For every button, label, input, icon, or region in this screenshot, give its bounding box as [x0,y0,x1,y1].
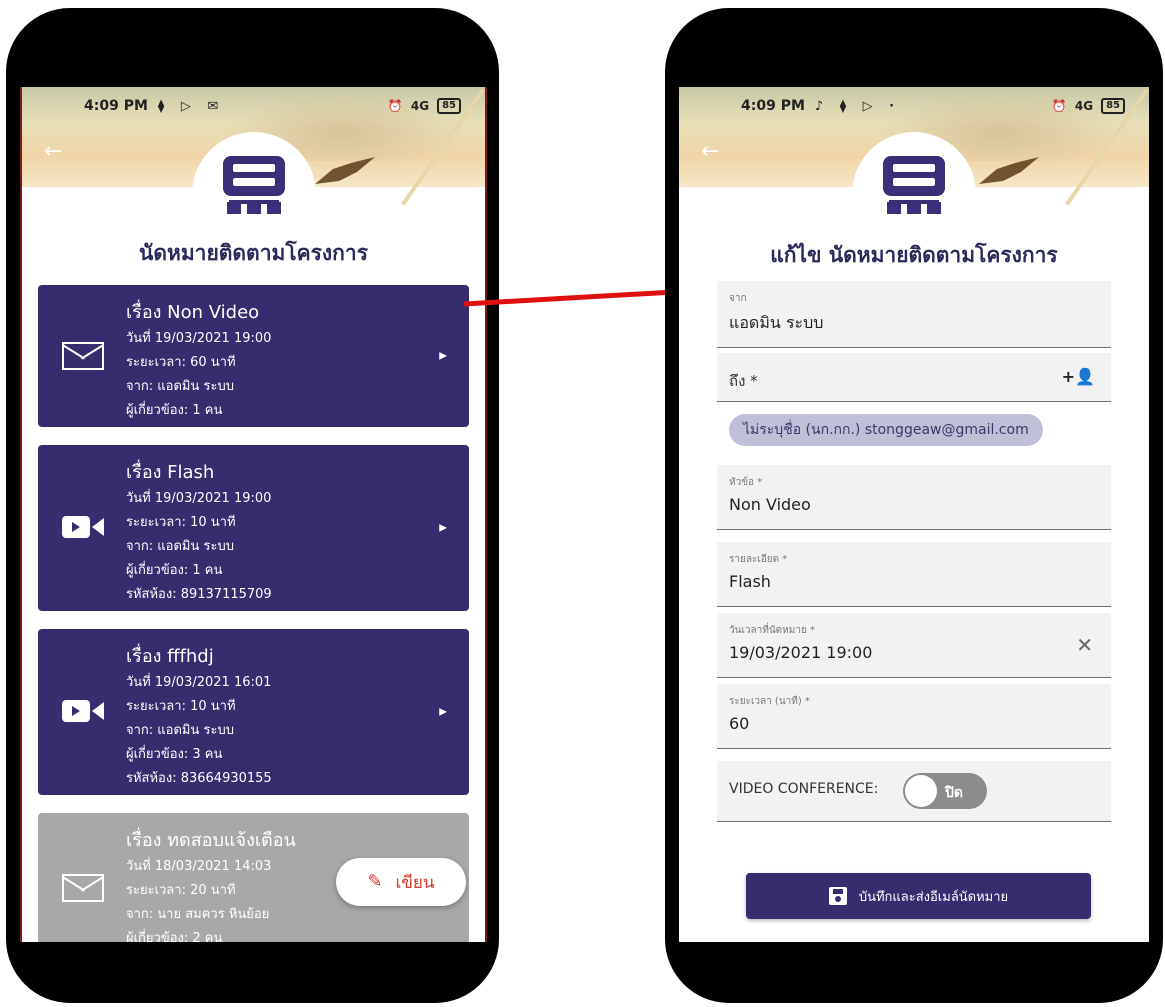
status-bar: 4:09 PM ♪ ⧫ ▷ · ⏰ 4G 85 [679,87,1149,125]
card-from: จาก: แอดมิน ระบบ [126,379,234,394]
appointment-card[interactable]: เรื่อง Flash วันที่ 19/03/2021 19:00 ระย… [38,445,469,611]
card-subject: เรื่อง fffhdj [126,646,214,667]
to-field[interactable]: ถึง * +👤 [717,353,1111,402]
back-arrow-icon[interactable]: ← [44,139,62,164]
compose-fab-button[interactable]: ✎ เขียน [336,858,466,906]
recipient-chip[interactable]: ไม่ระบุชื่อ (นก.กก.) stonggeaw@gmail.com [729,414,1043,446]
video-conference-row: VIDEO CONFERENCE: ปิด [717,761,1111,822]
video-camera-icon [62,698,104,724]
page-title: แก้ไข นัดหมายติดตามโครงการ [770,243,1058,267]
datetime-value: 19/03/2021 19:00 [729,643,873,662]
duration-value: 60 [729,714,750,733]
datetime-label: วันเวลาที่นัดหมาย * [729,625,815,636]
card-duration: ระยะเวลา: 10 นาที [126,699,236,714]
chevron-right-icon[interactable]: ▶ [439,351,447,362]
to-label: ถึง * [729,372,758,390]
detail-field[interactable]: รายละเอียด * Flash [717,542,1111,607]
card-from: จาก: แอดมิน ระบบ [126,723,234,738]
toggle-state-text: ปิด [945,785,963,801]
video-conference-label: VIDEO CONFERENCE: [729,781,879,797]
duration-field[interactable]: ระยะเวลา (นาที) * 60 [717,684,1111,749]
alarm-icon: ⏰ [387,99,403,113]
video-conference-toggle[interactable]: ปิด [903,773,987,809]
clear-icon[interactable]: ✕ [1076,633,1093,657]
appointment-card[interactable]: เรื่อง fffhdj วันที่ 19/03/2021 16:01 ระ… [38,629,469,795]
chevron-right-icon[interactable]: ▶ [439,523,447,534]
card-date: วันที่ 18/03/2021 14:03 [126,859,272,874]
card-participants: ผู้เกี่ยวข้อง: 3 คน [126,747,223,762]
page-title: นัดหมายติดตามโครงการ [139,241,368,265]
card-room-code: รหัสห้อง: 89137115709 [126,587,272,602]
card-subject: เรื่อง ทดสอบแจ้งเตือน [126,830,296,851]
card-participants: ผู้เกี่ยวข้อง: 1 คน [126,403,223,418]
battery-icon: 85 [437,98,461,114]
from-label: จาก [729,293,747,304]
save-and-send-button[interactable]: บันทึกและส่งอีเมล์นัดหมาย [746,873,1091,919]
appointment-card[interactable]: เรื่อง Non Video วันที่ 19/03/2021 19:00… [38,285,469,427]
add-person-icon[interactable]: +👤 [1062,367,1095,386]
card-participants: ผู้เกี่ยวข้อง: 1 คน [126,563,223,578]
org-chart-icon [222,156,285,214]
card-date: วันที่ 19/03/2021 19:00 [126,331,272,346]
from-value: แอดมิน ระบบ [729,313,824,332]
status-time: 4:09 PM [84,98,148,114]
card-date: วันที่ 19/03/2021 19:00 [126,491,272,506]
card-from: จาก: นาย สมควร หินย้อย [126,907,270,922]
status-bar: 4:09 PM ⧫ ▷ ✉ ⏰ 4G 85 [22,87,485,125]
signal-indicator: 4G [410,99,430,113]
chevron-right-icon[interactable]: ▶ [439,707,447,718]
app-logo-circle [852,132,976,256]
alarm-icon: ⏰ [1051,99,1067,113]
pencil-icon: ✎ [367,871,383,892]
video-camera-icon [62,514,104,540]
datetime-field[interactable]: วันเวลาที่นัดหมาย * 19/03/2021 19:00 ✕ [717,613,1111,678]
notification-icons: ♪ ⧫ ▷ · [814,98,901,114]
left-screen: 4:09 PM ⧫ ▷ ✉ ⏰ 4G 85 ← นัดหมายติดตามโคร… [20,87,487,942]
card-room-code: รหัสห้อง: 83664930155 [126,771,272,786]
back-arrow-icon[interactable]: ← [701,139,719,164]
detail-label: รายละเอียด * [729,554,788,565]
right-phone-frame: 4:09 PM ♪ ⧫ ▷ · ⏰ 4G 85 ← แก้ไข นัดหมายต… [665,8,1163,1003]
card-duration: ระยะเวลา: 10 นาที [126,515,236,530]
from-field[interactable]: จาก แอดมิน ระบบ [717,281,1111,348]
card-date: วันที่ 19/03/2021 16:01 [126,675,272,690]
left-phone-frame: 4:09 PM ⧫ ▷ ✉ ⏰ 4G 85 ← นัดหมายติดตามโคร… [6,8,499,1003]
detail-value: Flash [729,572,771,591]
subject-field[interactable]: หัวข้อ * Non Video [717,465,1111,530]
card-subject: เรื่อง Flash [126,462,215,483]
compose-label: เขียน [395,872,435,893]
save-button-label: บันทึกและส่งอีเมล์นัดหมาย [858,889,1009,905]
card-participants: ผู้เกี่ยวข้อง: 2 คน [126,931,223,942]
mail-icon [62,874,104,902]
subject-value: Non Video [729,495,811,514]
card-subject: เรื่อง Non Video [126,302,260,323]
mail-icon [62,342,104,370]
card-duration: ระยะเวลา: 20 นาที [126,883,236,898]
subject-label: หัวข้อ * [729,477,763,488]
toggle-knob [905,775,937,807]
card-duration: ระยะเวลา: 60 นาที [126,355,236,370]
battery-icon: 85 [1101,98,1125,114]
notification-icons: ⧫ ▷ ✉ [157,98,225,114]
save-icon [828,887,847,905]
right-screen: 4:09 PM ♪ ⧫ ▷ · ⏰ 4G 85 ← แก้ไข นัดหมายต… [679,87,1149,942]
card-from: จาก: แอดมิน ระบบ [126,539,234,554]
status-time: 4:09 PM [741,98,805,114]
duration-label: ระยะเวลา (นาที) * [729,696,810,707]
org-chart-icon [883,156,945,214]
signal-indicator: 4G [1074,99,1094,113]
